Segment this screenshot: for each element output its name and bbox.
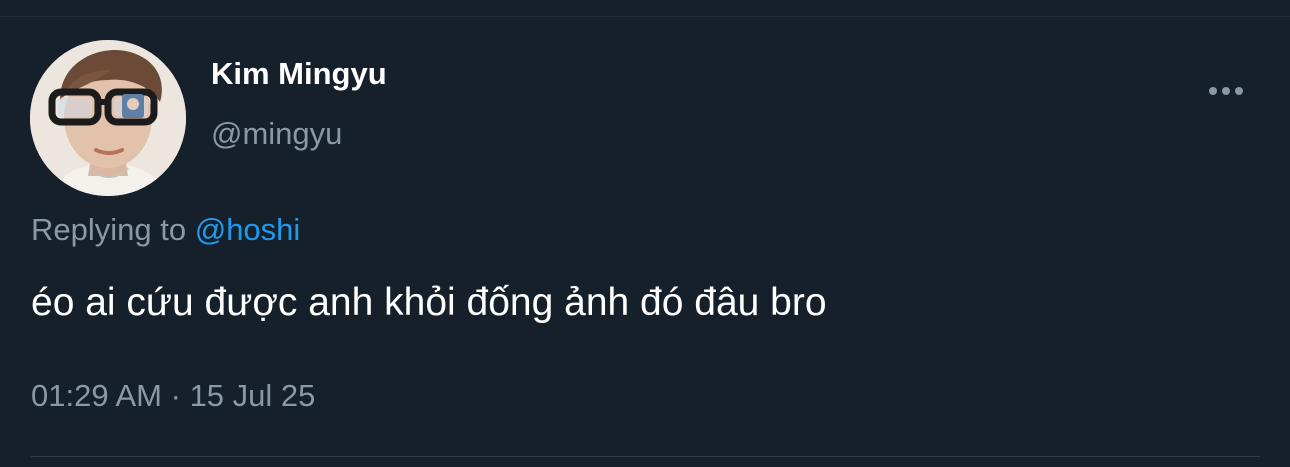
bottom-divider: [31, 456, 1260, 457]
reply-mention-link[interactable]: @hoshi: [195, 212, 301, 247]
replying-to-line: Replying to @hoshi: [31, 211, 300, 249]
more-button[interactable]: [1200, 74, 1252, 108]
author-display-name[interactable]: Kim Mingyu: [211, 56, 387, 92]
avatar-photo: [30, 40, 186, 196]
tweet-date: 15 Jul 25: [189, 378, 316, 413]
author-handle[interactable]: @mingyu: [211, 116, 342, 152]
tweet-text: éo ai cứu được anh khỏi đống ảnh đó đâu …: [31, 281, 827, 324]
meta-separator: ·: [170, 378, 181, 413]
replying-to-label: Replying to: [31, 212, 187, 247]
tweet-time: 01:29 AM: [31, 378, 162, 413]
avatar[interactable]: [30, 40, 186, 196]
tweet-card: Kim Mingyu @mingyu Replying to @hoshi éo…: [0, 0, 1290, 467]
more-horizontal-icon: [1209, 87, 1243, 95]
tweet-timestamp[interactable]: 01:29 AM · 15 Jul 25: [31, 377, 315, 415]
